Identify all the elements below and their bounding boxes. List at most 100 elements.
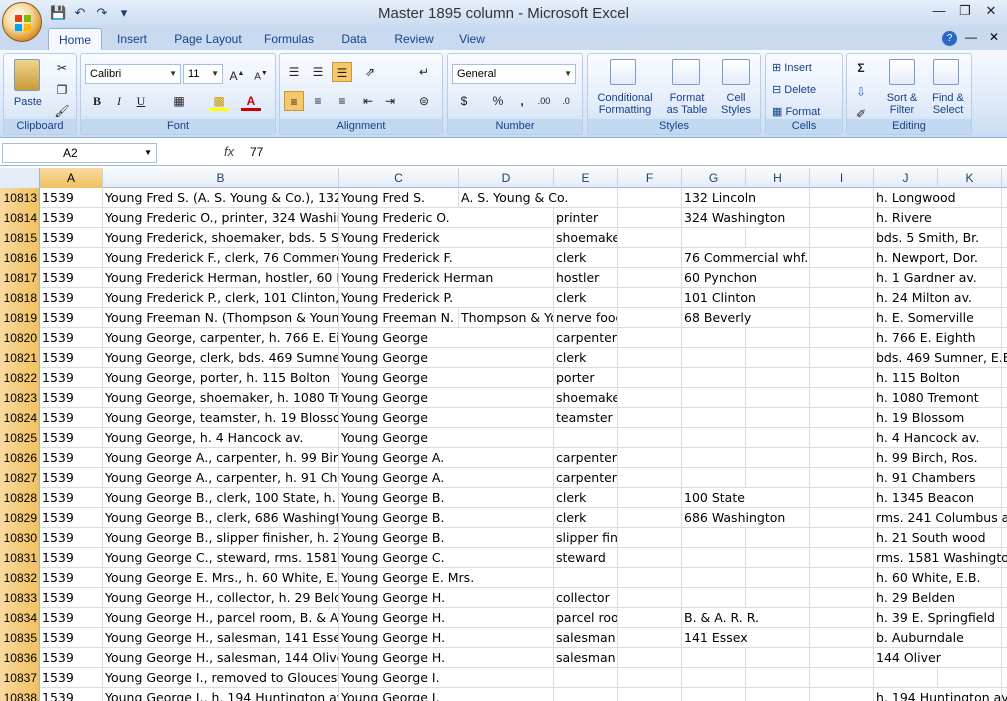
format-painter-icon[interactable]: 🖌 <box>52 101 72 121</box>
cell-j[interactable]: rms. 1581 Washington <box>874 548 1007 568</box>
tab-insert[interactable]: Insert <box>110 28 154 50</box>
cell-i[interactable] <box>810 628 874 648</box>
cell-f[interactable] <box>618 508 682 528</box>
fill-color-icon[interactable]: ▩ <box>209 91 229 111</box>
cell-k[interactable] <box>938 688 1002 701</box>
cell-e[interactable]: carpenter <box>554 328 618 348</box>
cell-h[interactable] <box>746 568 810 588</box>
cell-i[interactable] <box>810 448 874 468</box>
autosum-icon[interactable]: Σ <box>851 58 871 78</box>
cell-d[interactable] <box>459 468 554 488</box>
cell-k[interactable] <box>938 228 1002 248</box>
cell-k[interactable] <box>938 508 1002 528</box>
row-header[interactable]: 10820 <box>0 328 40 348</box>
cell-k[interactable] <box>938 628 1002 648</box>
cell-a[interactable]: 1539 <box>40 308 103 328</box>
cell-h[interactable] <box>746 468 810 488</box>
align-left-icon[interactable]: ≡ <box>284 91 304 111</box>
cell-b[interactable]: Young Frederick Herman, hostler, 60 P <box>103 268 339 288</box>
cell-c[interactable]: Young George <box>339 348 459 368</box>
cell-h[interactable] <box>746 328 810 348</box>
cell-i[interactable] <box>810 668 874 688</box>
cell-d[interactable] <box>459 548 554 568</box>
cell-h[interactable] <box>746 248 810 268</box>
cell-g[interactable] <box>682 688 746 701</box>
cell-i[interactable] <box>810 328 874 348</box>
cell-e[interactable] <box>554 568 618 588</box>
cell-d[interactable] <box>459 628 554 648</box>
cell-a[interactable]: 1539 <box>40 268 103 288</box>
align-middle-icon[interactable]: ☰ <box>308 62 328 82</box>
cell-j[interactable]: h. 29 Belden <box>874 588 955 608</box>
row-header[interactable]: 10817 <box>0 268 40 288</box>
cell-f[interactable] <box>618 308 682 328</box>
cell-j[interactable]: h. 1080 Tremont <box>874 388 979 408</box>
cell-h[interactable] <box>746 628 810 648</box>
cell-h[interactable] <box>746 228 810 248</box>
cell-f[interactable] <box>618 628 682 648</box>
cell-i[interactable] <box>810 588 874 608</box>
cell-a[interactable]: 1539 <box>40 408 103 428</box>
copy-icon[interactable]: ❐ <box>52 80 72 100</box>
cell-d[interactable] <box>459 568 554 588</box>
cell-h[interactable] <box>746 688 810 701</box>
row-header[interactable]: 10819 <box>0 308 40 328</box>
cell-e[interactable]: steward <box>554 548 618 568</box>
cell-e[interactable] <box>554 428 618 448</box>
column-header-f[interactable]: F <box>618 168 682 188</box>
cell-i[interactable] <box>810 268 874 288</box>
paste-icon[interactable] <box>14 59 40 91</box>
cell-a[interactable]: 1539 <box>40 488 103 508</box>
cell-k[interactable] <box>938 668 1002 688</box>
cell-d[interactable]: Thompson & Yo <box>459 308 554 328</box>
increase-indent-icon[interactable]: ⇥ <box>380 91 400 111</box>
cell-e[interactable] <box>554 668 618 688</box>
column-header-b[interactable]: B <box>103 168 339 188</box>
cell-h[interactable] <box>746 208 810 228</box>
cell-k[interactable] <box>938 528 1002 548</box>
cell-b[interactable]: Young Frederick, shoemaker, bds. 5 Sn <box>103 228 339 248</box>
cell-a[interactable]: 1539 <box>40 208 103 228</box>
cell-c[interactable]: Young George H. <box>339 608 459 628</box>
row-header[interactable]: 10834 <box>0 608 40 628</box>
cell-e[interactable]: clerk <box>554 488 618 508</box>
row-header[interactable]: 10815 <box>0 228 40 248</box>
cell-e[interactable] <box>554 688 618 701</box>
cell-i[interactable] <box>810 188 874 208</box>
cell-a[interactable]: 1539 <box>40 288 103 308</box>
cell-h[interactable] <box>746 348 810 368</box>
cell-h[interactable] <box>746 588 810 608</box>
cell-c[interactable]: Young George B. <box>339 528 459 548</box>
cell-j[interactable]: h. 39 E. Springfield <box>874 608 995 628</box>
cell-c[interactable]: Young George H. <box>339 588 459 608</box>
cell-f[interactable] <box>618 188 682 208</box>
cell-d[interactable] <box>459 608 554 628</box>
column-header-i[interactable]: I <box>810 168 874 188</box>
cell-e[interactable]: shoemaker <box>554 228 618 248</box>
cell-f[interactable] <box>618 388 682 408</box>
cell-i[interactable] <box>810 528 874 548</box>
cell-c[interactable]: Young Frederick <box>339 228 459 248</box>
cell-k[interactable] <box>938 348 1002 368</box>
row-header[interactable]: 10821 <box>0 348 40 368</box>
row-header[interactable]: 10831 <box>0 548 40 568</box>
cell-h[interactable] <box>746 548 810 568</box>
cell-e[interactable]: carpenter <box>554 448 618 468</box>
cell-b[interactable]: Young Freeman N. (Thompson & Youn <box>103 308 339 328</box>
cell-g[interactable] <box>682 548 746 568</box>
ribbon-close-icon[interactable]: ✕ <box>989 30 999 44</box>
cell-g[interactable] <box>682 528 746 548</box>
sort-filter-button[interactable]: Sort & Filter <box>879 92 925 116</box>
cell-b[interactable]: Young George B., clerk, 100 State, h. 1 <box>103 488 339 508</box>
cell-e[interactable]: salesman <box>554 648 618 668</box>
tab-formulas[interactable]: Formulas <box>258 28 320 50</box>
row-header[interactable]: 10826 <box>0 448 40 468</box>
cell-a[interactable]: 1539 <box>40 568 103 588</box>
cell-a[interactable]: 1539 <box>40 668 103 688</box>
cell-k[interactable] <box>938 488 1002 508</box>
cell-b[interactable]: Young George A., carpenter, h. 91 Cha <box>103 468 339 488</box>
tab-page-layout[interactable]: Page Layout <box>168 28 248 50</box>
cell-c[interactable]: Young Frederick P. <box>339 288 459 308</box>
row-header[interactable]: 10813 <box>0 188 40 208</box>
borders-icon[interactable]: ▦ <box>169 91 189 111</box>
